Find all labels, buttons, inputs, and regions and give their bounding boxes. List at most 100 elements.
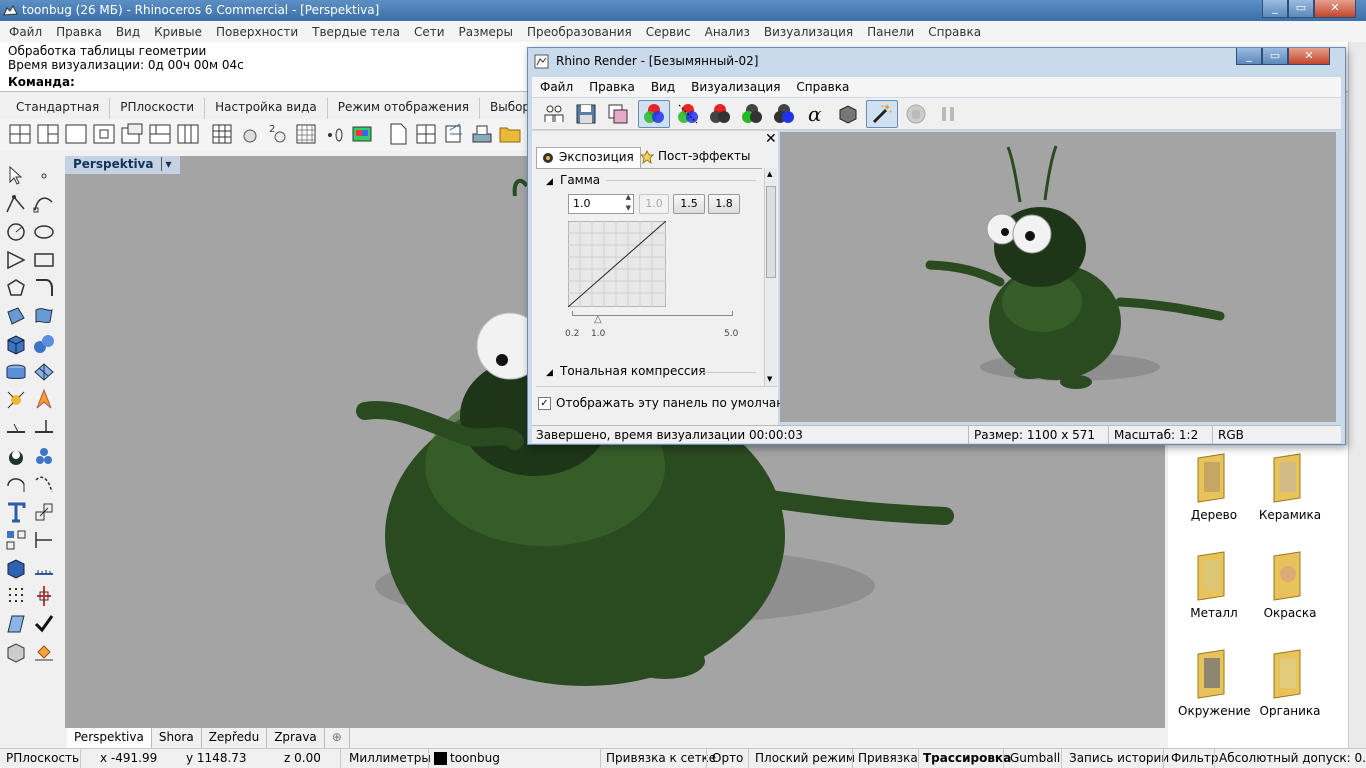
- depth-channel-icon[interactable]: [836, 102, 860, 126]
- tab-post-effects[interactable]: Пост-эффекты: [636, 147, 756, 168]
- render-effects-icon[interactable]: [4, 388, 28, 412]
- explode-icon[interactable]: [32, 444, 56, 468]
- gamma-slider-thumb[interactable]: △: [594, 314, 602, 325]
- rendered-image[interactable]: [780, 132, 1336, 422]
- chevron-down-icon[interactable]: ▾: [161, 157, 172, 171]
- red-channel-icon[interactable]: [708, 102, 732, 126]
- measure-icon[interactable]: [32, 556, 56, 580]
- units-indicator[interactable]: Миллиметры: [349, 751, 431, 765]
- surface-corners-icon[interactable]: [4, 304, 28, 328]
- menu-transform[interactable]: Преобразования: [520, 25, 639, 39]
- loft-icon[interactable]: [32, 304, 56, 328]
- material-folder[interactable]: Металл: [1178, 550, 1250, 620]
- render-close-button[interactable]: ✕: [1288, 48, 1330, 65]
- grid-icon[interactable]: [210, 122, 234, 146]
- right-panel-scrollbar[interactable]: [1348, 42, 1366, 748]
- paint-bucket-icon[interactable]: [32, 640, 56, 664]
- scale-icon[interactable]: [32, 500, 56, 524]
- menu-panels[interactable]: Панели: [860, 25, 921, 39]
- close-panel-icon[interactable]: ✕: [765, 131, 777, 147]
- close-button[interactable]: ✕: [1314, 0, 1356, 18]
- detail-icon[interactable]: [442, 122, 466, 146]
- rgb-channel-toggle[interactable]: [638, 100, 670, 128]
- material-folder[interactable]: Дерево: [1178, 452, 1250, 522]
- menu-solids[interactable]: Твердые тела: [305, 25, 407, 39]
- new-view-icon[interactable]: [92, 122, 116, 146]
- color-image-icon[interactable]: [350, 122, 374, 146]
- select-arrow-icon[interactable]: [4, 164, 28, 188]
- menu-surfaces[interactable]: Поверхности: [209, 25, 305, 39]
- fillet-icon[interactable]: [32, 276, 56, 300]
- menu-curves[interactable]: Кривые: [147, 25, 209, 39]
- floating-viewport-icon[interactable]: [120, 122, 144, 146]
- osnap-toggle[interactable]: Привязка: [858, 751, 918, 765]
- render-maximize-button[interactable]: ▭: [1262, 48, 1288, 65]
- sphere-icon[interactable]: [238, 122, 262, 146]
- array-icon[interactable]: [4, 528, 28, 552]
- gamma-preset-button[interactable]: 1.5: [673, 194, 705, 214]
- collapse-triangle-icon[interactable]: ◢: [546, 368, 553, 378]
- render-menu-help[interactable]: Справка: [788, 80, 857, 94]
- post-effects-toggle[interactable]: [866, 100, 898, 128]
- clone-icon[interactable]: [542, 102, 566, 126]
- circle-icon[interactable]: [4, 220, 28, 244]
- print-icon[interactable]: [470, 122, 494, 146]
- point-grid-icon[interactable]: [4, 584, 28, 608]
- render-menu-file[interactable]: Файл: [532, 80, 581, 94]
- maximize-view-icon[interactable]: [64, 122, 88, 146]
- cage-icon[interactable]: [4, 640, 28, 664]
- split-view-icon[interactable]: [148, 122, 172, 146]
- menu-meshes[interactable]: Сети: [407, 25, 452, 39]
- ortho-toggle[interactable]: Орто: [712, 751, 743, 765]
- split-icon[interactable]: [4, 416, 28, 440]
- smarttrack-toggle[interactable]: Трассировка: [923, 751, 1011, 765]
- rotate-icon[interactable]: [4, 472, 28, 496]
- scrollbar-thumb[interactable]: [766, 186, 776, 278]
- mesh-icon[interactable]: [4, 360, 28, 384]
- menu-dimensions[interactable]: Размеры: [452, 25, 521, 39]
- polygon-icon[interactable]: [4, 276, 28, 300]
- gamma-input[interactable]: 1.0 ▲ ▼: [568, 193, 634, 214]
- boolean-icon[interactable]: [4, 444, 28, 468]
- menu-edit[interactable]: Правка: [49, 25, 109, 39]
- text-icon[interactable]: [4, 500, 28, 524]
- tab-top[interactable]: Shora: [152, 728, 202, 748]
- menu-render[interactable]: Визуализация: [757, 25, 860, 39]
- render-minimize-button[interactable]: _: [1236, 48, 1262, 65]
- command-prompt[interactable]: Команда:: [8, 75, 75, 89]
- material-folder[interactable]: Окружение: [1178, 648, 1251, 718]
- folder-icon[interactable]: [498, 122, 522, 146]
- copy-image-icon[interactable]: [606, 102, 630, 126]
- filter-toggle[interactable]: Фильтр: [1171, 751, 1218, 765]
- split-vertical-icon[interactable]: [176, 122, 200, 146]
- polyline-icon[interactable]: [4, 192, 28, 216]
- scroll-up-icon[interactable]: ▲: [767, 170, 772, 178]
- point-icon[interactable]: [322, 122, 346, 146]
- render-menu-render[interactable]: Визуализация: [683, 80, 788, 94]
- box-icon[interactable]: [4, 332, 28, 356]
- dimension-icon[interactable]: [32, 528, 56, 552]
- arc-icon[interactable]: [4, 248, 28, 272]
- render-menu-view[interactable]: Вид: [643, 80, 683, 94]
- color-channels-icon[interactable]: [676, 102, 700, 126]
- tab-standard[interactable]: Стандартная: [6, 98, 111, 119]
- save-icon[interactable]: [574, 102, 598, 126]
- grid-snap-toggle[interactable]: Привязка к сетке: [606, 751, 716, 765]
- point-icon[interactable]: [32, 164, 56, 188]
- tab-cplanes[interactable]: РПлоскости: [110, 98, 206, 119]
- minimize-button[interactable]: _: [1262, 0, 1288, 18]
- tab-display[interactable]: Режим отображения: [328, 98, 480, 119]
- table-icon[interactable]: [294, 122, 318, 146]
- gamma-preset-button[interactable]: 1.8: [708, 194, 740, 214]
- scroll-down-icon[interactable]: ▼: [767, 375, 772, 383]
- tab-exposure[interactable]: Экспозиция: [536, 147, 641, 168]
- orient-icon[interactable]: [32, 472, 56, 496]
- viewport-title[interactable]: Perspektiva ▾: [65, 156, 180, 174]
- layer-indicator[interactable]: toonbug: [450, 751, 500, 765]
- tab-front[interactable]: Zepředu: [202, 728, 268, 748]
- spin-up-icon[interactable]: ▲: [626, 193, 631, 201]
- plus-icon[interactable]: ⊕: [325, 728, 350, 748]
- check-icon[interactable]: [32, 612, 56, 636]
- zoom-2x-icon[interactable]: 2: [266, 122, 290, 146]
- menu-file[interactable]: Файл: [2, 25, 49, 39]
